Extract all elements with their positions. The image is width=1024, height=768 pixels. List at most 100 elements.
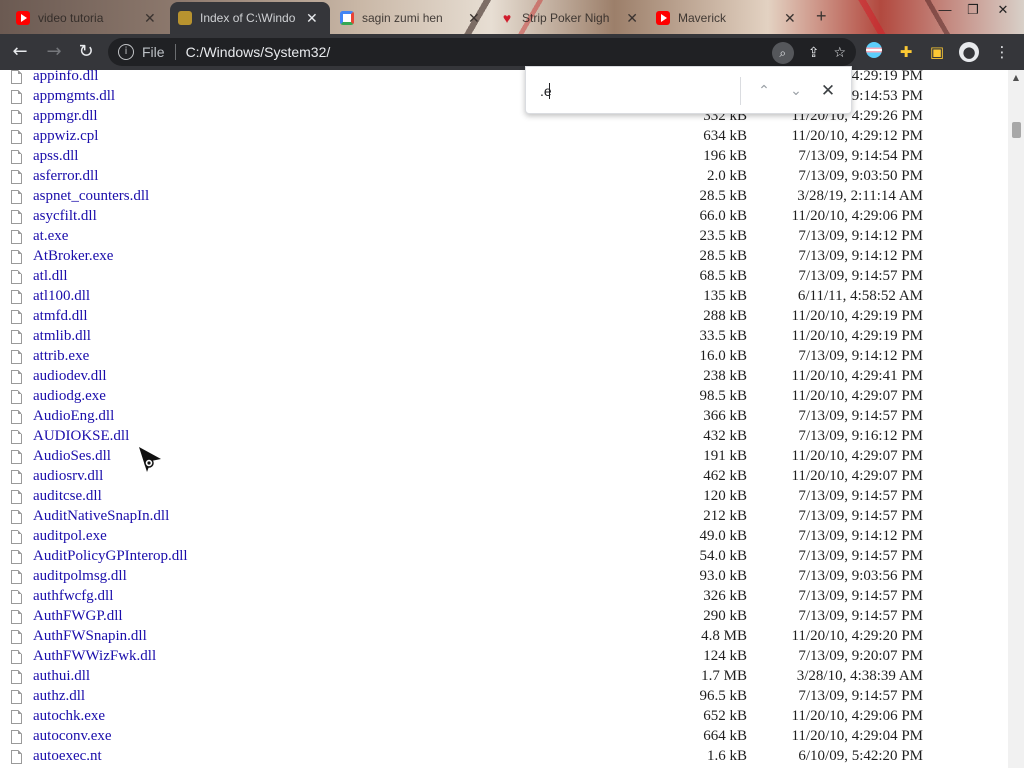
heart-icon: ♥	[502, 10, 512, 26]
text-caret	[549, 83, 550, 99]
url-text[interactable]: C:/Windows/System32/	[186, 44, 331, 60]
file-link[interactable]: atl.dll	[33, 268, 68, 285]
profile-avatar-icon[interactable]: ●	[959, 42, 979, 62]
file-link[interactable]: apss.dll	[33, 148, 78, 165]
share-icon[interactable]: ⇪	[808, 45, 820, 61]
table-row: apss.dll 196 kB 7/13/09, 9:14:54 PM	[0, 147, 1008, 167]
find-close-icon[interactable]: ✕	[816, 79, 840, 103]
back-icon[interactable]: ←	[8, 40, 32, 64]
file-date: 3/28/19, 2:11:14 AM	[797, 188, 923, 204]
file-link[interactable]: at.exe	[33, 228, 68, 245]
tab-index-of-windows[interactable]: Index of C:\Windo ✕	[170, 2, 330, 34]
file-link[interactable]: aspnet_counters.dll	[33, 188, 149, 205]
file-link[interactable]: appinfo.dll	[33, 70, 98, 85]
file-link[interactable]: audiosrv.dll	[33, 468, 103, 485]
file-link[interactable]: appmgr.dll	[33, 108, 98, 125]
close-icon[interactable]: ✕	[626, 10, 638, 27]
file-link[interactable]: atmfd.dll	[33, 308, 88, 325]
find-previous-icon[interactable]: ⌃	[752, 79, 776, 103]
tab-video-tutorial[interactable]: video tutoria ✕	[8, 4, 168, 32]
file-date: 7/13/09, 9:03:56 PM	[798, 568, 923, 584]
tab-google-search[interactable]: sagin zumi hen ✕	[332, 4, 490, 32]
file-link[interactable]: atl100.dll	[33, 288, 90, 305]
table-row: appmgr.dll 332 kB 11/20/10, 4:29:26 PM	[0, 107, 1008, 127]
file-date: 11/20/10, 4:29:41 PM	[791, 368, 923, 384]
file-link[interactable]: asferror.dll	[33, 168, 98, 185]
file-link[interactable]: auditpol.exe	[33, 528, 107, 545]
table-row: authz.dll 96.5 kB 7/13/09, 9:14:57 PM	[0, 687, 1008, 707]
file-size: 462 kB	[703, 468, 747, 484]
file-size: 196 kB	[703, 148, 747, 164]
find-next-icon[interactable]: ⌄	[784, 79, 808, 103]
file-link[interactable]: AuthFWGP.dll	[33, 608, 123, 625]
file-link[interactable]: audiodev.dll	[33, 368, 107, 385]
extensions-puzzle-icon[interactable]: ✚	[896, 42, 916, 62]
file-size: 66.0 kB	[699, 208, 747, 224]
new-tab-icon[interactable]: +	[816, 6, 827, 27]
file-icon	[11, 70, 22, 84]
address-bar[interactable]: i File C:/Windows/System32/ ⌕ ⇪ ☆	[108, 38, 856, 66]
file-icon	[11, 490, 22, 504]
scroll-thumb[interactable]	[1012, 122, 1021, 138]
close-icon[interactable]: ✕	[784, 10, 796, 27]
minimize-icon[interactable]: —	[930, 2, 960, 22]
file-link[interactable]: auditcse.dll	[33, 488, 102, 505]
file-date: 11/20/10, 4:29:19 PM	[791, 308, 923, 324]
file-link[interactable]: atmlib.dll	[33, 328, 91, 345]
file-link[interactable]: AuditNativeSnapIn.dll	[33, 508, 169, 525]
file-link[interactable]: authz.dll	[33, 688, 85, 705]
file-link[interactable]: authui.dll	[33, 668, 90, 685]
scroll-up-icon[interactable]: ▲	[1008, 70, 1024, 86]
window-close-icon[interactable]: ✕	[988, 2, 1018, 22]
side-panel-icon[interactable]: ▣	[927, 42, 947, 62]
close-icon[interactable]: ✕	[144, 10, 156, 27]
file-link[interactable]: autoconv.exe	[33, 728, 112, 745]
file-link[interactable]: appmgmts.dll	[33, 88, 115, 105]
file-link[interactable]: appwiz.cpl	[33, 128, 98, 145]
file-date: 7/13/09, 9:16:12 PM	[798, 428, 923, 444]
file-size: 366 kB	[703, 408, 747, 424]
info-icon[interactable]: i	[118, 44, 134, 60]
file-link[interactable]: autochk.exe	[33, 708, 105, 725]
youtube-icon	[656, 11, 670, 25]
extension-flag-icon[interactable]	[864, 42, 884, 62]
file-link[interactable]: AuthFWWizFwk.dll	[33, 648, 156, 665]
file-size: 28.5 kB	[699, 188, 747, 204]
find-in-page-icon[interactable]: ⌕	[771, 42, 794, 64]
file-size: 135 kB	[703, 288, 747, 304]
menu-kebab-icon[interactable]: ⋮	[992, 42, 1012, 62]
omnibox-actions: ⌕ ⇪ ☆	[771, 42, 846, 64]
forward-icon[interactable]: →	[42, 40, 66, 64]
file-link[interactable]: audiodg.exe	[33, 388, 106, 405]
file-link[interactable]: AudioSes.dll	[33, 448, 111, 465]
bookmark-star-icon[interactable]: ☆	[833, 45, 846, 61]
table-row: AuthFWWizFwk.dll 124 kB 7/13/09, 9:20:07…	[0, 647, 1008, 667]
file-link[interactable]: attrib.exe	[33, 348, 89, 365]
tab-title: Maverick	[678, 11, 727, 25]
tab-maverick[interactable]: Maverick ✕	[648, 4, 808, 32]
find-input[interactable]	[540, 81, 736, 101]
file-link[interactable]: AtBroker.exe	[33, 248, 113, 265]
file-date: 11/20/10, 4:29:07 PM	[791, 448, 923, 464]
restore-icon[interactable]: ❐	[958, 2, 988, 22]
file-link[interactable]: asycfilt.dll	[33, 208, 97, 225]
reload-icon[interactable]: ↻	[74, 40, 98, 64]
file-date: 11/20/10, 4:29:12 PM	[791, 128, 923, 144]
file-link[interactable]: autoexec.nt	[33, 748, 102, 765]
file-size: 96.5 kB	[699, 688, 747, 704]
file-icon	[11, 430, 22, 444]
close-icon[interactable]: ✕	[306, 10, 318, 27]
table-row: AUDIOKSE.dll 432 kB 7/13/09, 9:16:12 PM	[0, 427, 1008, 447]
vertical-scrollbar[interactable]: ▲	[1008, 70, 1024, 768]
file-icon	[11, 450, 22, 464]
table-row: audiodg.exe 98.5 kB 11/20/10, 4:29:07 PM	[0, 387, 1008, 407]
file-link[interactable]: auditpolmsg.dll	[33, 568, 127, 585]
file-link[interactable]: AUDIOKSE.dll	[33, 428, 129, 445]
file-link[interactable]: AudioEng.dll	[33, 408, 114, 425]
file-date: 11/20/10, 4:29:19 PM	[791, 328, 923, 344]
file-link[interactable]: authfwcfg.dll	[33, 588, 113, 605]
tab-strip-poker[interactable]: ♥ Strip Poker Nigh ✕	[492, 4, 646, 32]
close-icon[interactable]: ✕	[468, 10, 480, 27]
file-link[interactable]: AuthFWSnapin.dll	[33, 628, 147, 645]
file-link[interactable]: AuditPolicyGPInterop.dll	[33, 548, 188, 565]
